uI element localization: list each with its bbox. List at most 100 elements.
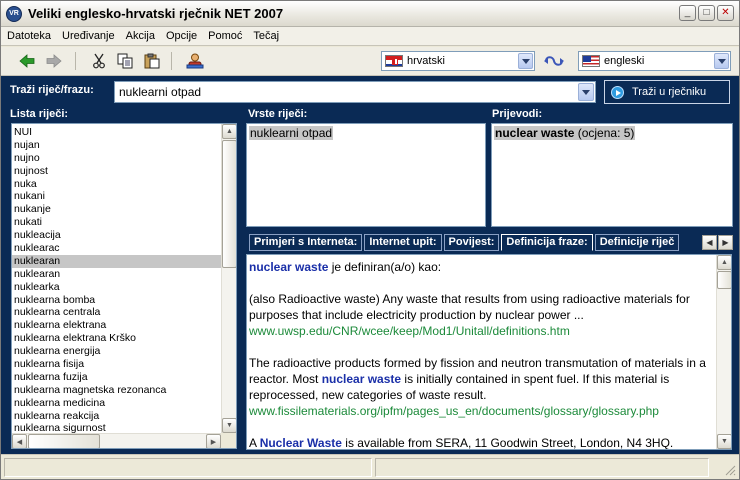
minimize-button[interactable]: _ [679,5,696,21]
toolbar: hrvatski engleski [1,47,739,76]
scrollbar-corner [221,433,236,448]
list-item[interactable]: nujan [12,139,222,152]
definition-content: nuclear waste je definiran(a/o) kao: (al… [249,259,715,449]
definition-vertical-scrollbar[interactable]: ▲ ▼ [716,255,731,449]
title-bar[interactable]: VR Veliki englesko-hrvatski rječnik NET … [1,1,739,27]
list-item[interactable]: nuklearka [12,281,222,294]
list-item[interactable]: nuklearna centrala [12,306,222,319]
translations-list[interactable]: nuclear waste (ocjena: 5) [491,123,733,227]
word-types-list[interactable]: nuklearni otpad [246,123,486,227]
tab-scroll-left-icon[interactable]: ◀ [702,235,717,250]
chevron-down-icon[interactable] [518,53,533,69]
menu-datoteka[interactable]: Datoteka [7,30,51,42]
definition-source-link[interactable]: www.uwsp.edu/CNR/wcee/keep/Mod1/Unitall/… [249,324,570,338]
list-item[interactable]: nuklearna fuzija [12,371,222,384]
menu-tecaj[interactable]: Tečaj [253,30,279,42]
usa-flag-icon [582,55,600,67]
menu-pomoc[interactable]: Pomoć [208,30,242,42]
maximize-button[interactable]: □ [698,5,715,21]
translation-rating: (ocjena: 5) [577,126,635,140]
search-label: Traži riječ/frazu: [10,84,94,96]
scroll-down-icon[interactable]: ▼ [222,418,236,433]
chevron-down-icon[interactable] [714,53,729,69]
search-input[interactable] [115,82,570,102]
toolbar-separator [171,52,172,70]
cut-button[interactable] [89,52,109,70]
list-item[interactable]: nuklearna magnetska rezonanca [12,384,222,397]
list-item[interactable]: nuklearna bomba [12,294,222,307]
target-language-value: engleski [604,55,645,67]
list-item[interactable]: nuklearna energija [12,345,222,358]
scroll-up-icon[interactable]: ▲ [717,255,731,270]
user-icon [186,53,204,69]
list-item[interactable]: nujnost [12,165,222,178]
scroll-right-icon[interactable]: ▶ [206,434,221,448]
list-item[interactable]: nuklearac [12,242,222,255]
app-icon[interactable]: VR [6,5,22,22]
search-combo[interactable] [114,81,596,103]
tab-internet-query[interactable]: Internet upit: [364,234,442,251]
list-item[interactable]: nuklearna medicina [12,397,222,410]
paste-icon [144,53,160,69]
paste-button[interactable] [142,52,162,70]
copy-button[interactable] [115,52,135,70]
chevron-down-icon[interactable] [578,83,594,101]
list-item[interactable]: nuklearna elektrana Krško [12,332,222,345]
forward-button[interactable] [44,52,64,70]
scroll-up-icon[interactable]: ▲ [222,124,236,139]
translations-label: Prijevodi: [492,108,543,120]
user-button[interactable] [185,52,205,70]
word-list-items: NUI nujan nujno nujnost nuka nukani nuka… [12,126,222,435]
list-item[interactable]: nuklearna fisija [12,358,222,371]
search-dictionary-button[interactable]: Traži u rječniku [604,80,730,104]
list-item[interactable]: nukanje [12,203,222,216]
scroll-thumb[interactable] [28,434,100,448]
tab-phrase-definition[interactable]: Definicija fraze: [501,234,593,251]
menu-bar: Datoteka Uređivanje Akcija Opcije Pomoć … [1,27,739,46]
list-item[interactable]: nuka [12,178,222,191]
menu-uredivanje[interactable]: Uređivanje [62,30,115,42]
definition-term: nuclear waste [321,372,402,386]
list-item[interactable]: NUI [12,126,222,139]
list-item[interactable]: nuklearna elektrana [12,319,222,332]
close-button[interactable]: ✕ [717,5,734,21]
word-list[interactable]: NUI nujan nujno nujnost nuka nukani nuka… [11,123,237,449]
app-window: VR Veliki englesko-hrvatski rječnik NET … [0,0,740,480]
list-item[interactable]: nukani [12,190,222,203]
definition-entry: The radioactive products formed by fissi… [249,355,715,419]
list-item[interactable]: nuklearna reakcija [12,410,222,423]
tab-scroll-right-icon[interactable]: ▶ [718,235,733,250]
word-list-vertical-scrollbar[interactable]: ▲ ▼ [221,124,236,433]
definition-term: nuclear waste [249,260,329,274]
word-types-label: Vrste riječi: [248,108,308,120]
menu-opcije[interactable]: Opcije [166,30,197,42]
list-item[interactable]: nuklearan [12,268,222,281]
translation-item[interactable]: nuclear waste (ocjena: 5) [494,126,636,140]
tab-history[interactable]: Povijest: [443,234,500,251]
definition-source-link[interactable]: www.fissilematerials.org/ipfm/pages_us_e… [249,404,659,418]
scroll-thumb[interactable] [717,271,731,289]
word-type-item[interactable]: nuklearni otpad [249,126,334,140]
list-item[interactable]: nukleacija [12,229,222,242]
word-list-horizontal-scrollbar[interactable]: ◀ ▶ [12,433,221,448]
scroll-left-icon[interactable]: ◀ [12,434,27,448]
definition-intro-text: je definiran(a/o) kao: [328,260,442,274]
scroll-down-icon[interactable]: ▼ [717,434,731,449]
tab-word-definitions[interactable]: Definicije riječ [594,234,680,251]
list-item[interactable]: nukati [12,216,222,229]
menu-akcija[interactable]: Akcija [126,30,155,42]
resize-grip-icon[interactable] [724,464,736,476]
list-item-selected[interactable]: nuklearan [12,254,222,268]
target-language-select[interactable]: engleski [578,51,731,71]
swap-languages-button[interactable] [542,52,566,70]
window-title: Veliki englesko-hrvatski rječnik NET 200… [28,6,284,21]
tab-internet-examples[interactable]: Primjeri s Interneta: [249,234,363,251]
back-button[interactable] [17,52,37,70]
scroll-thumb[interactable] [222,140,236,268]
status-bar [1,454,739,479]
definition-pane[interactable]: nuclear waste je definiran(a/o) kao: (al… [246,254,732,450]
definition-intro: nuclear waste je definiran(a/o) kao: [249,259,715,275]
list-item[interactable]: nujno [12,152,222,165]
source-language-select[interactable]: hrvatski [381,51,535,71]
copy-icon [117,53,133,69]
